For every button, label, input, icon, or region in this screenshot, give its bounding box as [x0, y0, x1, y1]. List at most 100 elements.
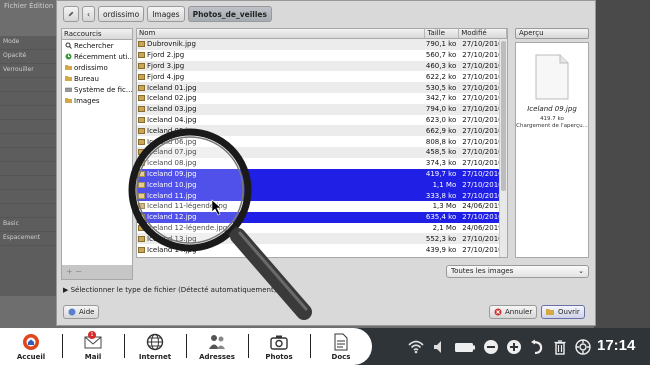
file-name: Iceland 11-légende.jpg	[147, 202, 228, 211]
file-row[interactable]: Iceland 09.jpg 419,7 ko 27/10/2010	[137, 168, 507, 180]
folder-icon	[65, 98, 72, 103]
file-list-header: Nom Taille Modifié	[137, 29, 507, 39]
wifi-icon[interactable]	[408, 339, 424, 355]
file-name-cell: Iceland 04.jpg	[137, 116, 425, 124]
image-file-icon	[138, 235, 145, 242]
taskbar-home[interactable]: Accueil	[0, 328, 62, 365]
edit-location-button[interactable]	[63, 6, 79, 22]
file-size: 530,5 ko	[425, 83, 457, 92]
chevron-down-icon: ⌄	[578, 267, 584, 275]
preview-card: Iceland 09.jpg 419.7 ko Chargement de l'…	[515, 42, 589, 258]
file-name: Iceland 07.jpg	[147, 148, 197, 157]
path-segment[interactable]: ordissimo	[98, 6, 145, 22]
background-panel-item: Verrouiller	[0, 64, 56, 78]
file-name-cell: Iceland 07.jpg	[137, 148, 425, 156]
file-list-scrollbar[interactable]	[499, 39, 507, 257]
file-size: 790,1 ko	[425, 40, 457, 49]
volume-icon[interactable]	[431, 339, 447, 355]
file-type-filter[interactable]: Toutes les images ⌄	[446, 265, 589, 278]
camera-icon	[270, 335, 288, 350]
file-row[interactable]: Iceland 03.jpg 794,0 ko 27/10/2010	[137, 103, 507, 115]
place-label: Récemment uti...	[74, 52, 132, 61]
background-right-area	[594, 0, 650, 328]
preview-filename: Iceland 09.jpg	[527, 105, 577, 113]
open-button[interactable]: Ouvrir	[541, 305, 585, 319]
file-row[interactable]: Iceland 14.jpg 439,9 ko 27/10/2010	[137, 244, 507, 255]
preview-loading-text: Chargement de l'aperçu...	[516, 123, 588, 129]
column-name[interactable]: Nom	[137, 29, 426, 38]
file-size: 342,7 ko	[425, 94, 457, 103]
battery-icon[interactable]	[454, 339, 476, 355]
undo-icon[interactable]	[529, 339, 545, 355]
file-row[interactable]: Iceland 08.jpg 374,3 ko 27/10/2010	[137, 158, 507, 169]
taskbar-label: Accueil	[16, 353, 46, 361]
file-list: Nom Taille Modifié Dubrovnik.jpg 790,1 ko…	[136, 28, 508, 258]
taskbar-label: Mail	[84, 353, 102, 361]
taskbar-mail[interactable]: 1 Mail	[62, 328, 124, 365]
file-name: Iceland 11.jpg	[147, 191, 197, 200]
place-item-rechercher[interactable]: Rechercher	[62, 40, 132, 51]
path-segment-current[interactable]: Photos_de_veilles	[187, 6, 272, 22]
image-file-icon	[138, 95, 145, 102]
mail-badge: 1	[88, 331, 96, 339]
taskbar-label: Docs	[331, 353, 351, 361]
places-header: Raccourcis	[62, 29, 132, 40]
file-name: Iceland 06.jpg	[147, 137, 197, 146]
path-back-button[interactable]: ‹	[82, 6, 95, 22]
image-file-icon	[138, 127, 145, 134]
taskbar: Accueil 1 Mail Internet Adresses Photos …	[0, 328, 650, 365]
file-name-cell: Iceland 08.jpg	[137, 159, 425, 167]
place-item-syst-me-de-fic[interactable]: Système de fic...	[62, 84, 132, 95]
place-item-bureau[interactable]: Bureau	[62, 73, 132, 84]
column-size[interactable]: Taille	[425, 29, 460, 38]
file-row[interactable]: Iceland 07.jpg 458,5 ko 27/10/2010	[137, 146, 507, 158]
file-row[interactable]: Iceland 05.jpg 662,9 ko 27/10/2010	[137, 125, 507, 137]
taskbar-contacts[interactable]: Adresses	[186, 328, 248, 365]
clock: 17:14	[597, 337, 636, 354]
taskbar-apps: Accueil 1 Mail Internet Adresses Photos …	[0, 328, 372, 365]
help-button[interactable]: Aide	[63, 305, 100, 319]
place-item-images[interactable]: Images	[62, 95, 132, 106]
place-item-ordissimo[interactable]: ordissimo	[62, 62, 132, 73]
taskbar-docs[interactable]: Docs	[310, 328, 372, 365]
power-icon[interactable]	[575, 338, 591, 355]
path-segment[interactable]: Images	[147, 6, 185, 22]
file-name: Fjord 2.jpg	[147, 51, 185, 60]
image-file-icon	[138, 84, 145, 91]
taskbar-internet[interactable]: Internet	[124, 328, 186, 365]
file-row[interactable]: Iceland 02.jpg 342,7 ko 27/10/2010	[137, 93, 507, 104]
image-file-icon	[138, 41, 145, 48]
column-modified[interactable]: Modifié	[459, 29, 507, 38]
zoom-out-icon[interactable]	[483, 339, 499, 355]
image-file-icon	[138, 149, 145, 156]
file-row[interactable]: Dubrovnik.jpg 790,1 ko 27/10/2010	[137, 39, 507, 50]
file-name: Iceland 14.jpg	[147, 245, 197, 254]
cancel-button[interactable]: Annuler	[489, 305, 538, 319]
trash-icon[interactable]	[552, 339, 568, 355]
file-row[interactable]: Iceland 10.jpg 1,1 Mo 27/10/2010	[137, 179, 507, 191]
file-name-cell: Fjord 3.jpg	[137, 62, 425, 70]
file-row[interactable]: Fjord 2.jpg 560,7 ko 27/10/2010	[137, 50, 507, 61]
file-row[interactable]: Iceland 12.jpg 635,4 ko 27/10/2010	[137, 211, 507, 223]
file-row[interactable]: Fjord 4.jpg 622,2 ko 27/10/2010	[137, 71, 507, 82]
globe-icon	[146, 333, 164, 351]
taskbar-photos[interactable]: Photos	[248, 328, 310, 365]
file-row[interactable]: Iceland 01.jpg 530,5 ko 27/10/2010	[137, 82, 507, 93]
places-add-remove[interactable]: + −	[62, 265, 132, 279]
file-row[interactable]: Fjord 3.jpg 460,3 ko 27/10/2010	[137, 60, 507, 72]
place-label: Bureau	[74, 74, 99, 83]
file-row[interactable]: Iceland 12-légende.jpg 2,1 Mo 24/06/2019	[137, 223, 507, 234]
file-row[interactable]: Iceland 04.jpg 623,0 ko 27/10/2010	[137, 115, 507, 126]
file-row[interactable]: Iceland 13.jpg 552,3 ko 27/10/2010	[137, 233, 507, 245]
expander-label: Sélectionner le type de fichier (Détecté…	[70, 286, 277, 294]
recent-icon	[65, 53, 72, 60]
file-row[interactable]: Iceland 06.jpg 808,8 ko 27/10/2010	[137, 136, 507, 147]
file-name-cell: Iceland 12-légende.jpg	[137, 224, 425, 232]
file-row[interactable]: Iceland 11.jpg 333,8 ko 27/10/2010	[137, 190, 507, 201]
file-type-expander[interactable]: ▶ Sélectionner le type de fichier (Détec…	[63, 286, 276, 294]
background-panel-item: Basic	[0, 218, 56, 232]
zoom-in-icon[interactable]	[506, 339, 522, 355]
file-row[interactable]: Iceland 11-légende.jpg 1,3 Mo 24/06/2019	[137, 201, 507, 212]
file-size: 552,3 ko	[425, 234, 457, 243]
place-item-r-cemment-uti[interactable]: Récemment uti...	[62, 51, 132, 62]
